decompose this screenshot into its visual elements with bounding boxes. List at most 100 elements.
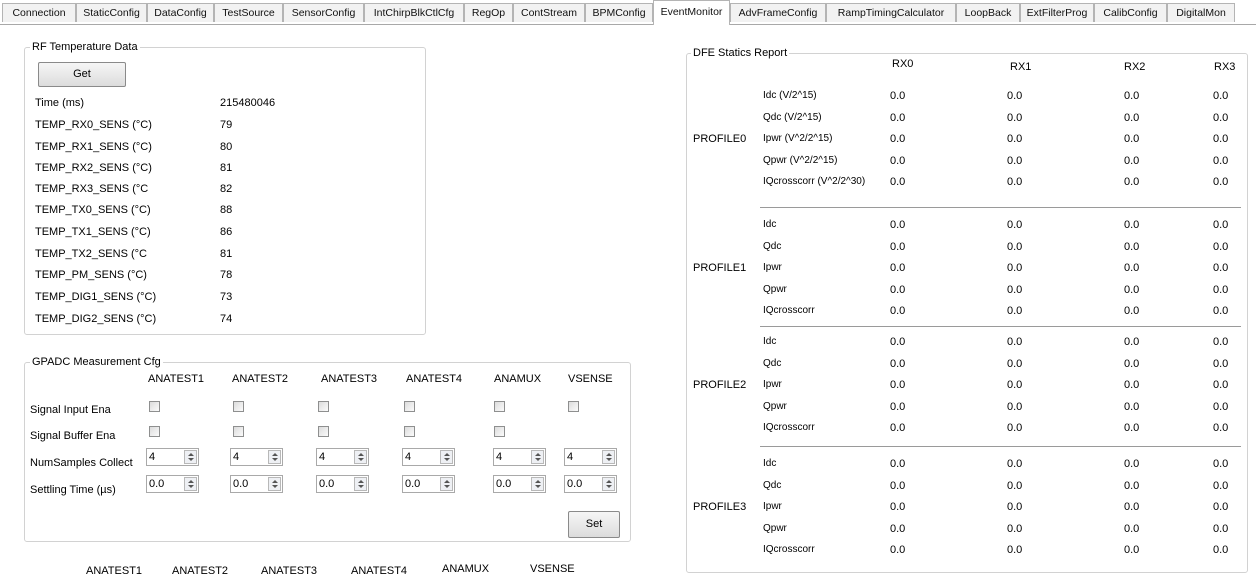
- settling-time-stepper-anatest4[interactable]: 0.0: [402, 475, 455, 493]
- tab-testsource[interactable]: TestSource: [214, 3, 283, 22]
- stepper-arrows-icon[interactable]: [268, 450, 281, 464]
- tab-eventmonitor[interactable]: EventMonitor: [653, 0, 730, 25]
- tab-calibconfig[interactable]: CalibConfig: [1094, 3, 1167, 22]
- dfe-value-cell: 0.0: [1213, 305, 1229, 317]
- dfe-value-cell: 0.0: [1213, 544, 1229, 556]
- num-samples-label: NumSamples Collect: [30, 457, 133, 469]
- stepper-arrows-icon[interactable]: [268, 477, 281, 491]
- dfe-value-cell: 0.0: [890, 240, 906, 253]
- stepper-value: 0.0: [567, 478, 583, 490]
- stepper-arrows-icon[interactable]: [602, 450, 615, 464]
- signal-input-checkbox-anatest2[interactable]: [233, 401, 244, 412]
- stepper-arrows-icon[interactable]: [184, 450, 197, 464]
- dfe-value-cell: 0.0: [1213, 133, 1229, 145]
- dfe-value-cell: 0.0: [1213, 479, 1229, 492]
- tab-ramptimingcalculator[interactable]: RampTimingCalculator: [826, 3, 956, 22]
- dfe-value-cell: 0.0: [1124, 479, 1140, 492]
- dfe-value-cell: 0.0: [1124, 154, 1140, 167]
- tab-bar: Connection StaticConfig DataConfig TestS…: [0, 0, 1256, 25]
- tab-staticconfig[interactable]: StaticConfig: [76, 3, 147, 22]
- dfe-value-cell: 0.0: [1007, 90, 1023, 102]
- dfe-metric-label: IQcrosscorr (V^2/2^30): [763, 176, 866, 187]
- stepper-arrows-icon[interactable]: [354, 477, 367, 491]
- dfe-value-cell: 0.0: [1124, 422, 1140, 434]
- signal-input-checkbox-anatest4[interactable]: [404, 401, 415, 412]
- num-samples-stepper-anatest4[interactable]: 4: [402, 448, 455, 466]
- rf-row-value: 78: [220, 269, 233, 281]
- dfe-metric-label: Qdc (V/2^15): [763, 111, 822, 123]
- settling-time-stepper-anatest3[interactable]: 0.0: [316, 475, 369, 493]
- stepper-arrows-icon[interactable]: [531, 477, 544, 491]
- rf-row-label: TEMP_PM_SENS (°C): [35, 269, 147, 281]
- rf-row-value: 215480046: [220, 97, 276, 109]
- dfe-value-cell: 0.0: [1213, 111, 1229, 124]
- stepper-value: 4: [319, 451, 326, 463]
- dfe-value-cell: 0.0: [890, 458, 906, 470]
- tab-regop[interactable]: RegOp: [464, 3, 513, 22]
- stepper-value: 4: [496, 451, 503, 463]
- stepper-arrows-icon[interactable]: [440, 450, 453, 464]
- dfe-value-cell: 0.0: [1124, 219, 1140, 231]
- gpadc-result-label: ANATEST1: [86, 565, 143, 577]
- signal-input-checkbox-anatest3[interactable]: [318, 401, 329, 412]
- dfe-metric-label: Qdc: [763, 357, 782, 369]
- dfe-value-cell: 0.0: [1124, 283, 1140, 296]
- signal-buffer-checkbox-anamux[interactable]: [494, 426, 505, 437]
- stepper-arrows-icon[interactable]: [354, 450, 367, 464]
- tab-advframeconfig[interactable]: AdvFrameConfig: [730, 3, 826, 22]
- settling-time-stepper-anatest2[interactable]: 0.0: [230, 475, 283, 493]
- tab-connection[interactable]: Connection: [2, 3, 76, 22]
- settling-time-stepper-vsense[interactable]: 0.0: [564, 475, 617, 493]
- signal-input-checkbox-anamux[interactable]: [494, 401, 505, 412]
- dfe-value-cell: 0.0: [1124, 544, 1140, 556]
- tab-extfilterprog[interactable]: ExtFilterProg: [1020, 3, 1094, 22]
- get-button[interactable]: Get: [38, 62, 126, 87]
- dfe-value-cell: 0.0: [1007, 422, 1023, 434]
- signal-buffer-checkbox-anatest4[interactable]: [404, 426, 415, 437]
- num-samples-stepper-anatest1[interactable]: 4: [146, 448, 199, 466]
- dfe-value-cell: 0.0: [1213, 262, 1229, 274]
- set-button[interactable]: Set: [568, 511, 620, 538]
- num-samples-stepper-vsense[interactable]: 4: [564, 448, 617, 466]
- dfe-value-cell: 0.0: [1007, 176, 1023, 188]
- rf-row-label: TEMP_RX3_SENS (°C: [35, 183, 149, 195]
- num-samples-stepper-anatest3[interactable]: 4: [316, 448, 369, 466]
- dfe-value-cell: 0.0: [1007, 336, 1023, 348]
- dfe-value-cell: 0.0: [890, 133, 906, 145]
- tab-sensorconfig[interactable]: SensorConfig: [283, 3, 364, 22]
- signal-input-checkbox-vsense[interactable]: [568, 401, 579, 412]
- stepper-arrows-icon[interactable]: [440, 477, 453, 491]
- tab-intchirpblkctlcfg[interactable]: IntChirpBlkCtlCfg: [364, 3, 464, 22]
- num-samples-stepper-anatest2[interactable]: 4: [230, 448, 283, 466]
- settling-time-stepper-anatest1[interactable]: 0.0: [146, 475, 199, 493]
- stepper-arrows-icon[interactable]: [602, 477, 615, 491]
- tab-bpmconfig[interactable]: BPMConfig: [585, 3, 653, 22]
- dfe-value-cell: 0.0: [1124, 336, 1140, 348]
- dfe-value-cell: 0.0: [1213, 422, 1229, 434]
- stepper-arrows-icon[interactable]: [184, 477, 197, 491]
- settling-time-stepper-anamux[interactable]: 0.0: [493, 475, 546, 493]
- num-samples-stepper-anamux[interactable]: 4: [493, 448, 546, 466]
- signal-buffer-checkbox-anatest1[interactable]: [149, 426, 160, 437]
- tab-contstream[interactable]: ContStream: [513, 3, 585, 22]
- rf-row-label: TEMP_RX2_SENS (°C): [35, 162, 152, 174]
- gpadc-col-header: VSENSE: [568, 373, 613, 385]
- dfe-col-header: RX1: [1010, 61, 1032, 73]
- rf-row-label: TEMP_DIG1_SENS (°C): [35, 291, 157, 303]
- dfe-value-cell: 0.0: [1213, 283, 1229, 296]
- dfe-metric-label: IQcrosscorr: [763, 305, 815, 316]
- signal-input-checkbox-anatest1[interactable]: [149, 401, 160, 412]
- stepper-arrows-icon[interactable]: [531, 450, 544, 464]
- dfe-value-cell: 0.0: [1124, 90, 1140, 102]
- tab-loopback[interactable]: LoopBack: [956, 3, 1020, 22]
- rf-row-value: 81: [220, 162, 233, 174]
- dfe-metric-label: Qdc: [763, 240, 782, 252]
- signal-buffer-checkbox-anatest2[interactable]: [233, 426, 244, 437]
- dfe-metric-label: Ipwr (V^2/2^15): [763, 133, 833, 144]
- tab-dataconfig[interactable]: DataConfig: [147, 3, 214, 22]
- tab-digitalmon[interactable]: DigitalMon: [1167, 3, 1235, 22]
- stepper-value: 4: [233, 451, 240, 463]
- dfe-value-cell: 0.0: [1007, 154, 1023, 167]
- signal-buffer-checkbox-anatest3[interactable]: [318, 426, 329, 437]
- dfe-profile-label: PROFILE2: [693, 379, 747, 391]
